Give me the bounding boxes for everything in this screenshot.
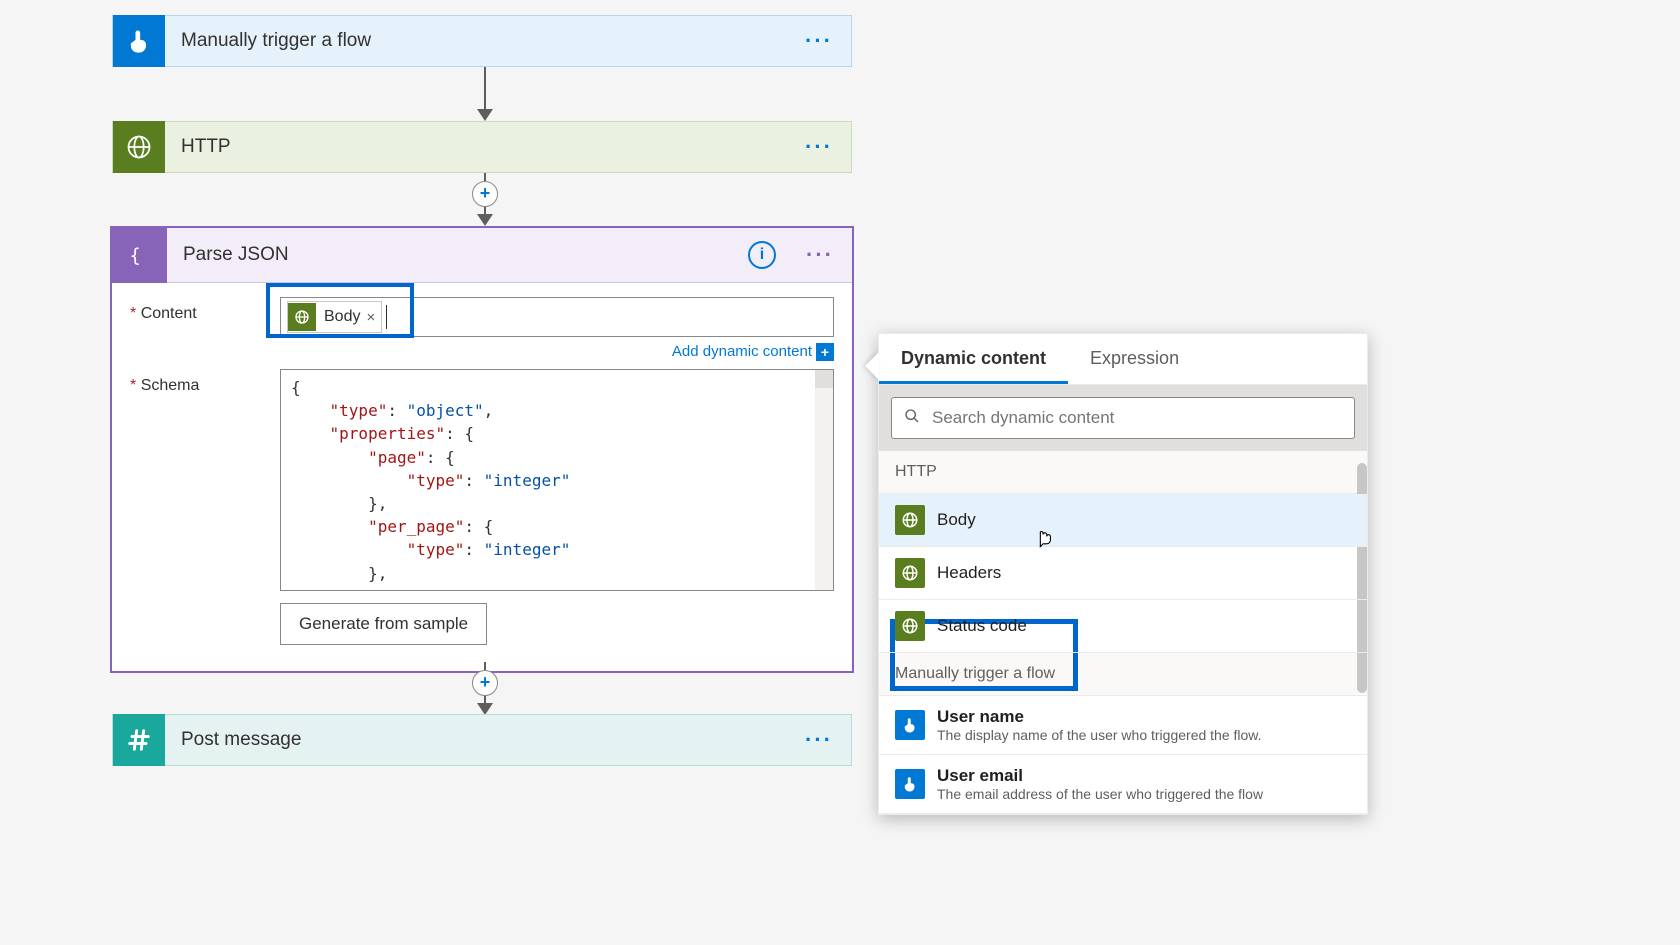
- arrow-connector: [478, 67, 492, 121]
- step-post-menu[interactable]: ···: [787, 727, 851, 753]
- tab-expression[interactable]: Expression: [1068, 334, 1201, 384]
- dynamic-item-user-email[interactable]: User email The email address of the user…: [879, 755, 1367, 814]
- svg-text:{ }: { }: [129, 246, 154, 267]
- plus-icon: +: [816, 343, 834, 361]
- add-dynamic-content-link[interactable]: Add dynamic content+: [280, 343, 834, 361]
- arrow-connector: +: [478, 662, 492, 715]
- globe-icon: [895, 505, 925, 535]
- dynamic-item-headers[interactable]: Headers: [879, 547, 1367, 600]
- dynamic-content-panel: Dynamic content Expression HTTP Body: [878, 333, 1368, 815]
- step-parse-header[interactable]: { } Parse JSON i ···: [112, 228, 852, 283]
- dynamic-item-user-name[interactable]: User name The display name of the user w…: [879, 696, 1367, 755]
- dynamic-group-trigger: Manually trigger a flow: [879, 653, 1367, 696]
- dynamic-search-input[interactable]: [891, 397, 1355, 439]
- tab-dynamic-content[interactable]: Dynamic content: [879, 334, 1068, 384]
- step-http-menu[interactable]: ···: [787, 134, 851, 160]
- dynamic-search-field[interactable]: [932, 408, 1342, 428]
- body-token[interactable]: Body ×: [287, 301, 382, 333]
- generate-from-sample-button[interactable]: Generate from sample: [280, 603, 487, 645]
- content-input[interactable]: Body ×: [280, 297, 834, 337]
- step-parse-menu[interactable]: ···: [788, 242, 852, 268]
- touch-icon: [895, 710, 925, 740]
- add-step-button[interactable]: +: [472, 670, 498, 696]
- add-step-button[interactable]: +: [472, 181, 498, 207]
- info-icon[interactable]: i: [748, 241, 776, 269]
- arrow-connector: +: [478, 173, 492, 226]
- step-trigger-title: Manually trigger a flow: [165, 30, 787, 52]
- step-parse-json: { } Parse JSON i ··· * Content Body ×: [110, 226, 854, 673]
- dynamic-item-status-code[interactable]: Status code: [879, 600, 1367, 653]
- step-post-title: Post message: [165, 729, 787, 751]
- step-trigger[interactable]: Manually trigger a flow ···: [112, 15, 852, 67]
- globe-icon: [895, 558, 925, 588]
- step-trigger-menu[interactable]: ···: [787, 28, 851, 54]
- dynamic-item-body[interactable]: Body: [879, 494, 1367, 547]
- dynamic-group-http: HTTP: [879, 451, 1367, 494]
- globe-icon: [288, 303, 316, 331]
- touch-icon: [113, 15, 165, 67]
- touch-icon: [895, 769, 925, 799]
- search-icon: [904, 408, 920, 429]
- content-label: * Content: [130, 297, 280, 361]
- token-remove[interactable]: ×: [366, 309, 375, 326]
- step-post-message[interactable]: Post message ···: [112, 714, 852, 766]
- hash-icon: [113, 714, 165, 766]
- schema-textarea[interactable]: { "type": "object", "properties": { "pag…: [280, 369, 834, 591]
- step-parse-title: Parse JSON: [167, 244, 748, 266]
- token-label: Body: [324, 308, 360, 326]
- step-http-title: HTTP: [165, 136, 787, 158]
- schema-label: * Schema: [130, 369, 280, 645]
- step-http[interactable]: HTTP ···: [112, 121, 852, 173]
- globe-icon: [113, 121, 165, 173]
- json-icon: { }: [112, 228, 167, 283]
- globe-icon: [895, 611, 925, 641]
